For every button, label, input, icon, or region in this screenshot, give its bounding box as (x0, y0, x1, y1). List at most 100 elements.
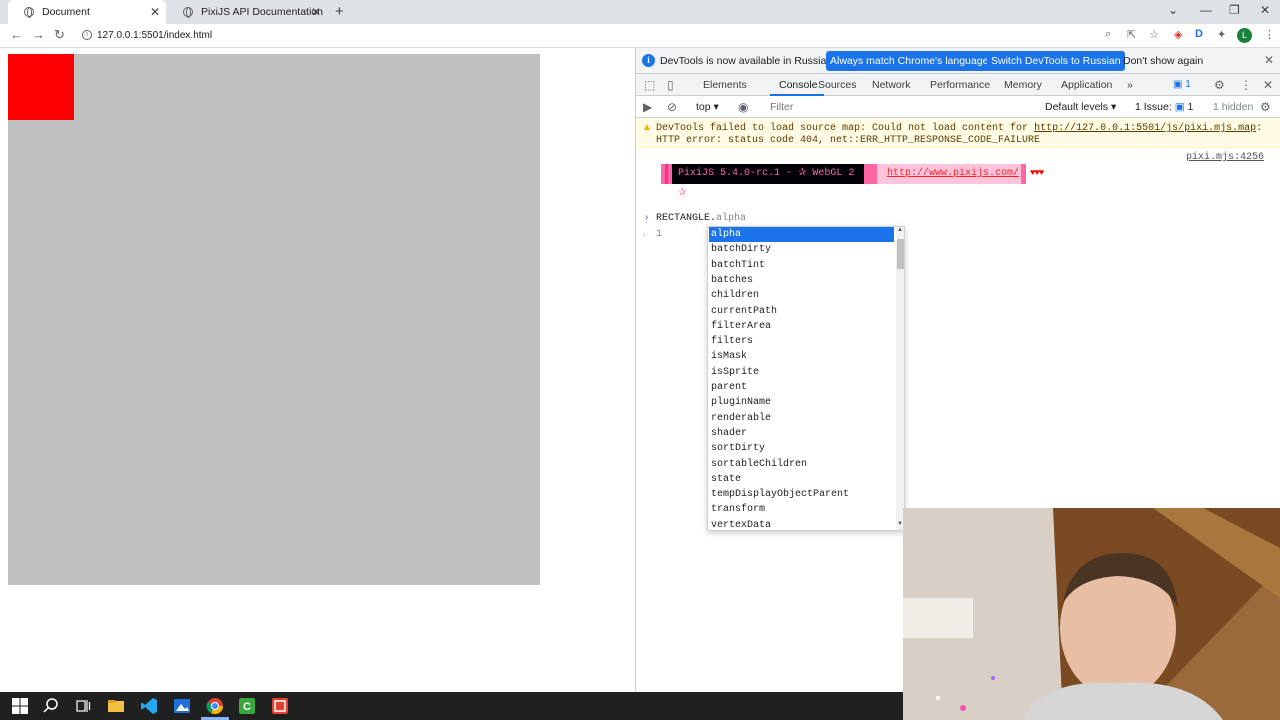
camtasia-icon[interactable]: C (238, 697, 256, 715)
autocomplete-item[interactable]: pluginName (709, 395, 894, 410)
restore-icon[interactable]: ❐ (1229, 3, 1240, 17)
switch-russian-button[interactable]: Switch DevTools to Russian (987, 51, 1125, 71)
autocomplete-item[interactable]: currentPath (709, 304, 894, 319)
autocomplete-item[interactable]: transform (709, 502, 894, 517)
autocomplete-item[interactable]: batchDirty (709, 242, 894, 257)
issues-num: 1 (1187, 101, 1194, 113)
extension-icon[interactable]: ◈ (1174, 28, 1182, 41)
autocomplete-item[interactable]: sortableChildren (709, 457, 894, 472)
autocomplete-item[interactable]: batches (709, 273, 894, 288)
windows-start-icon[interactable] (11, 697, 29, 715)
autocomplete-item[interactable]: isSprite (709, 365, 894, 380)
site-info-icon[interactable]: i (82, 30, 92, 40)
scrollbar-thumb[interactable] (897, 239, 904, 269)
file-explorer-icon[interactable] (107, 697, 125, 715)
pixi-canvas[interactable] (8, 54, 540, 585)
tab-network[interactable]: Network (872, 79, 911, 91)
autocomplete-item[interactable]: vertexData (709, 518, 894, 530)
console-settings-icon[interactable]: ⚙ (1260, 100, 1271, 114)
search-icon[interactable] (42, 697, 60, 715)
reload-icon[interactable]: ↻ (54, 27, 65, 43)
inspect-icon[interactable]: ⬚ (644, 78, 655, 92)
autocomplete-item[interactable]: shader (709, 426, 894, 441)
chrome-icon[interactable] (206, 697, 224, 715)
tab-sources[interactable]: Sources (818, 79, 857, 91)
match-language-button[interactable]: Always match Chrome's language (826, 51, 993, 71)
issues-icon: ▣ (1174, 101, 1185, 113)
webcam-person-image (903, 508, 1280, 720)
address-bar[interactable]: 127.0.0.1:5501/index.html (97, 30, 212, 41)
issues-badge-count: 1 (1185, 79, 1191, 90)
tab-performance[interactable]: Performance (930, 79, 990, 91)
sourcemap-link[interactable]: http://127.0.0.1:5501/js/pixi.mjs.map (1034, 123, 1256, 134)
context-label: top (696, 101, 711, 113)
warning-prefix: DevTools failed to load source map: Coul… (656, 123, 1035, 134)
tab-memory[interactable]: Memory (1004, 79, 1042, 91)
avatar[interactable]: L (1237, 28, 1252, 43)
autocomplete-item[interactable]: filters (709, 334, 894, 349)
minimize-icon[interactable]: — (1200, 3, 1212, 17)
menu-icon[interactable]: ⋮ (1264, 28, 1275, 41)
context-selector[interactable]: top ▾ (696, 101, 719, 113)
log-levels-dropdown[interactable]: Default levels ▾ (1045, 101, 1116, 113)
extension-d-icon[interactable]: D (1195, 28, 1203, 40)
autocomplete-item[interactable]: batchTint (709, 258, 894, 273)
close-devtools-icon[interactable]: ✕ (1263, 78, 1273, 92)
close-tab-icon[interactable]: ✕ (311, 5, 321, 19)
new-tab-button[interactable]: + (335, 3, 344, 20)
tab-console[interactable]: Console (779, 79, 818, 91)
live-expression-eye-icon[interactable]: ◉ (738, 100, 748, 114)
share-icon[interactable]: ⇱ (1127, 28, 1136, 41)
autocomplete-scrollbar[interactable]: ▲ ▼ (896, 227, 904, 530)
dont-show-again-button[interactable]: Don't show again (1123, 55, 1203, 67)
close-infobar-icon[interactable]: ✕ (1264, 53, 1274, 67)
back-icon[interactable]: ← (10, 27, 23, 42)
puzzle-icon[interactable]: ✦ (1217, 28, 1226, 41)
autocomplete-item[interactable]: state (709, 472, 894, 487)
tab-pixijs-docs[interactable]: PixiJS API Documentation ✕ (167, 0, 327, 24)
autocomplete-item[interactable]: tempDisplayObjectParent (709, 487, 894, 502)
console-input[interactable]: RECTANGLE.alpha (656, 213, 746, 224)
autocomplete-item[interactable]: renderable (709, 411, 894, 426)
autocomplete-item[interactable]: parent (709, 380, 894, 395)
more-options-icon[interactable]: ⋮ (1240, 78, 1252, 92)
issues-badge[interactable]: ▣ 1 (1173, 79, 1191, 90)
infobar-message: DevTools is now available in Russian! (660, 55, 836, 67)
page-content (0, 48, 635, 692)
autocomplete-list[interactable]: alpha batchDirty batchTint batches child… (707, 226, 905, 531)
warning-icon: ▲ (642, 122, 652, 133)
pixi-website-link[interactable]: http://www.pixijs.com/ (877, 164, 1021, 184)
tab-title: Document (42, 6, 90, 18)
tab-search-icon[interactable]: ⌄ (1168, 3, 1178, 17)
close-tab-icon[interactable]: ✕ (150, 5, 160, 19)
recorder-icon[interactable] (271, 697, 289, 715)
result-arrow-icon: ‹· (643, 229, 649, 239)
tab-application[interactable]: Application (1061, 79, 1112, 91)
autocomplete-item[interactable]: children (709, 288, 894, 303)
autocomplete-item[interactable]: sortDirty (709, 441, 894, 456)
more-tabs-icon[interactable]: » (1127, 79, 1133, 91)
device-toolbar-icon[interactable]: ▯ (667, 78, 674, 92)
tab-elements[interactable]: Elements (703, 79, 747, 91)
task-view-icon[interactable] (74, 697, 92, 715)
scroll-up-icon[interactable]: ▲ (897, 227, 903, 233)
vscode-icon[interactable] (140, 697, 158, 715)
autocomplete-item[interactable]: filterArea (709, 319, 894, 334)
issues-icon: ▣ (1173, 79, 1186, 90)
image-app-icon[interactable] (173, 697, 191, 715)
bookmark-star-icon[interactable]: ☆ (1149, 28, 1159, 41)
settings-gear-icon[interactable]: ⚙ (1214, 78, 1225, 92)
browser-toolbar: ← → ↻ i 127.0.0.1:5501/index.html ⌕ ⇱ ☆ … (0, 24, 1280, 48)
tab-document[interactable]: Document ✕ (8, 0, 166, 24)
filter-input[interactable] (763, 99, 1037, 115)
sidebar-toggle-icon[interactable]: ▶ (643, 100, 652, 114)
devtools-tabs: ⬚ ▯ Elements Console Sources Network Per… (636, 74, 1280, 96)
close-window-icon[interactable]: ✕ (1260, 3, 1270, 17)
log-source-link[interactable]: pixi.mjs:4256 (1186, 152, 1264, 163)
zoom-icon[interactable]: ⌕ (1105, 28, 1111, 41)
issues-counter[interactable]: 1 Issue: ▣ 1 (1135, 101, 1193, 113)
forward-icon[interactable]: → (32, 27, 45, 42)
autocomplete-item[interactable]: isMask (709, 349, 894, 364)
autocomplete-item[interactable]: alpha (709, 227, 894, 243)
clear-console-icon[interactable]: ⊘ (667, 100, 677, 114)
